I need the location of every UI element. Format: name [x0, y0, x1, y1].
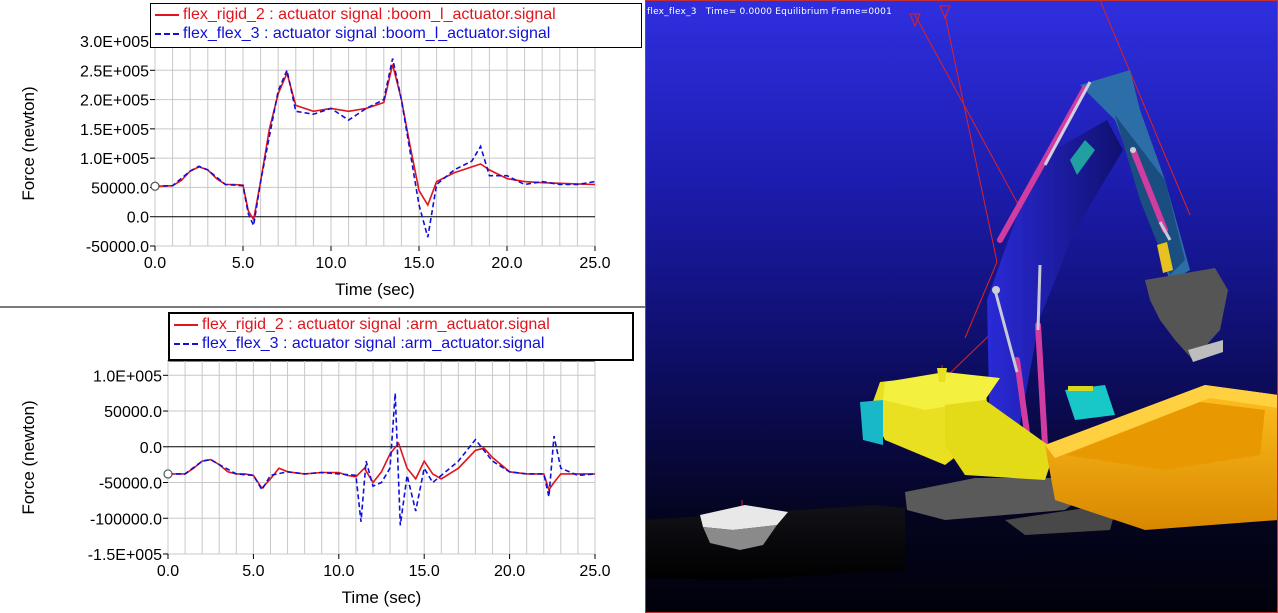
y-tick-label: 50000.0 — [104, 404, 162, 421]
x-tick-label: 25.0 — [579, 563, 610, 580]
plot-area: -50000.0 0.0 50000.0 1.0E+005 1.5E+005 2.0E+0… — [0, 0, 645, 613]
chart-legend: flex_rigid_2 : actuator signal :boom_l_a… — [150, 3, 642, 48]
solid-line-icon — [155, 13, 179, 16]
y-tick-label: 1.0E+005 — [80, 151, 149, 168]
legend-entry-flex: flex_flex_3 : actuator signal :boom_l_ac… — [155, 24, 637, 43]
y-tick-label: 2.0E+005 — [80, 93, 149, 110]
y-tick-label: -50000.0 — [99, 476, 162, 493]
x-tick-label: 10.0 — [323, 563, 354, 580]
x-tick-label: 10.0 — [315, 255, 346, 272]
y-axis-label: Force (newton) — [19, 86, 38, 200]
x-tick-label: 0.0 — [157, 563, 179, 580]
x-tick-label: 15.0 — [409, 563, 440, 580]
simulation-status-bar: flex_flex_3 Time= 0.0000 Equilibrium Fra… — [647, 7, 892, 17]
legend-entry-rigid: flex_rigid_2 : actuator signal :boom_l_a… — [155, 5, 637, 24]
y-tick-label: 3.0E+005 — [80, 34, 149, 51]
excavator-model[interactable] — [645, 0, 1278, 613]
dashed-line-icon — [174, 342, 198, 345]
x-tick-label: 5.0 — [242, 563, 264, 580]
x-tick-label: 15.0 — [403, 255, 434, 272]
x-tick-label: 20.0 — [491, 255, 522, 272]
frame-counter: Frame=0001 — [831, 7, 893, 17]
cab-side — [945, 400, 1055, 480]
series-start-marker — [163, 469, 173, 479]
legend-label: flex_rigid_2 : actuator signal :arm_actu… — [202, 316, 550, 333]
solid-line-icon — [174, 323, 198, 326]
x-tick-label: 20.0 — [494, 563, 525, 580]
cabin-stripe — [1068, 386, 1093, 391]
boom-actuator-plot[interactable]: -50000.0 0.0 50000.0 1.0E+005 1.5E+005 2.0E+0… — [0, 0, 645, 308]
x-tick-label: 5.0 — [232, 255, 254, 272]
x-axis-label: Time (sec) — [342, 588, 422, 607]
y-tick-label: 50000.0 — [91, 180, 149, 197]
model-name: flex_flex_3 — [647, 7, 697, 17]
y-axis-label: Force (newton) — [19, 400, 38, 514]
dashed-line-icon — [155, 32, 179, 35]
legend-entry-rigid: flex_rigid_2 : actuator signal :arm_actu… — [174, 315, 628, 334]
x-axis-label: Time (sec) — [335, 280, 415, 299]
legend-entry-flex: flex_flex_3 : actuator signal :arm_actua… — [174, 334, 628, 353]
chart-legend: flex_rigid_2 : actuator signal :arm_actu… — [168, 312, 634, 361]
plot-frame — [154, 40, 596, 247]
y-tick-label: 0.0 — [127, 210, 149, 227]
y-tick-label: -1.5E+005 — [88, 547, 162, 564]
3d-viewport[interactable]: flex_flex_3 Time= 0.0000 Equilibrium Fra… — [645, 0, 1278, 613]
y-tick-label: 0.0 — [140, 440, 162, 457]
lift-actuator-rod — [1036, 264, 1042, 331]
analysis-status: Equilibrium — [775, 7, 829, 17]
series-start-marker — [150, 181, 160, 191]
y-tick-label: 1.5E+005 — [80, 122, 149, 139]
x-tick-label: 25.0 — [579, 255, 610, 272]
pivot-joint — [1130, 147, 1136, 153]
lift-actuator — [1035, 322, 1048, 448]
legend-label: flex_rigid_2 : actuator signal :boom_l_a… — [183, 6, 556, 23]
x-tick-label: 0.0 — [144, 255, 166, 272]
legend-label: flex_flex_3 : actuator signal :boom_l_ac… — [183, 25, 551, 42]
cab-glass — [860, 400, 883, 445]
y-tick-label: -50000.0 — [86, 239, 149, 256]
time-label: Time= — [705, 7, 737, 17]
legend-label: flex_flex_3 : actuator signal :arm_actua… — [202, 335, 545, 352]
arm-actuator-plot[interactable]: -1.5E+005 -100000.0 -50000.0 0.0 50000.0 1.0E… — [0, 308, 645, 613]
y-tick-label: -100000.0 — [90, 511, 162, 528]
y-tick-label: 2.5E+005 — [80, 63, 149, 80]
y-tick-label: 1.0E+005 — [93, 368, 162, 385]
plot-frame — [167, 360, 596, 555]
time-value: 0.0000 — [739, 7, 773, 17]
pivot-joint — [992, 286, 1000, 294]
